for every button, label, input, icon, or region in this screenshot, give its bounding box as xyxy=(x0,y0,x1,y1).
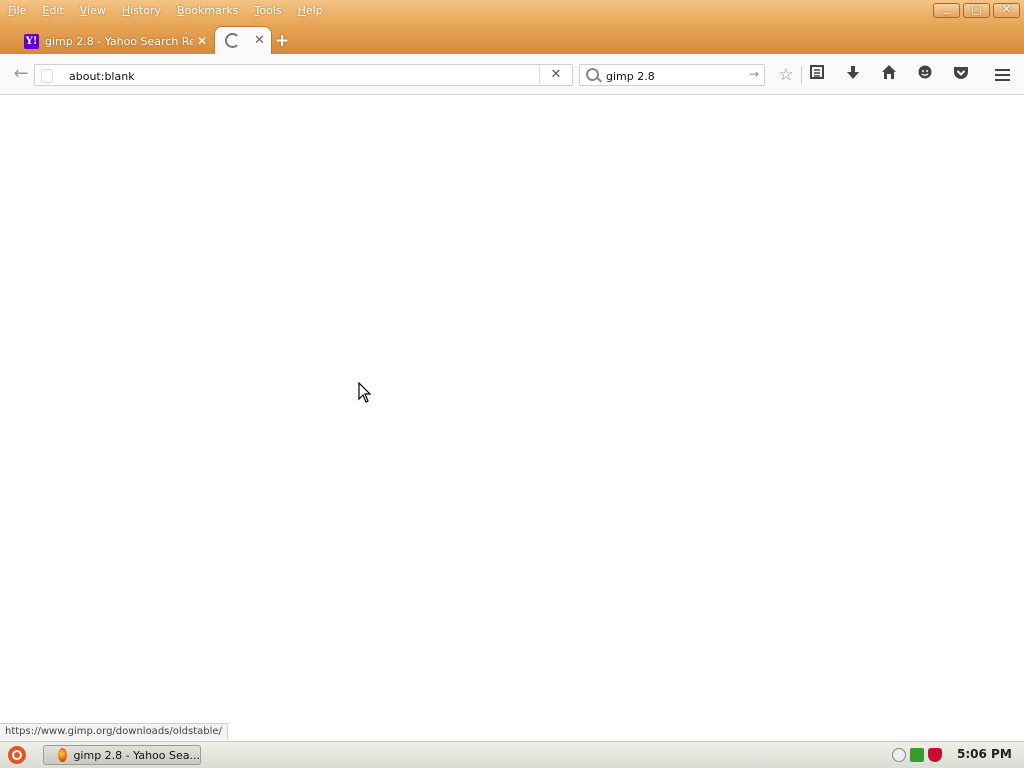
menu-icon[interactable] xyxy=(991,64,1015,86)
search-input[interactable] xyxy=(604,67,748,85)
menu-edit[interactable]: Edit xyxy=(34,1,71,21)
tab-close-icon[interactable]: ✕ xyxy=(197,34,207,48)
stop-button[interactable]: ✕ xyxy=(539,65,572,85)
shield-tray-icon[interactable] xyxy=(928,748,942,762)
downloads-icon[interactable] xyxy=(841,64,865,86)
navigation-toolbar: ← ✕ → ☆ xyxy=(0,54,1024,95)
site-identity-icon[interactable] xyxy=(41,69,53,83)
search-go-icon[interactable]: → xyxy=(749,67,759,81)
menu-bar: File Edit View History Bookmarks Tools H… xyxy=(0,0,331,22)
taskbar-firefox-button[interactable]: gimp 2.8 - Yahoo Sea... xyxy=(43,745,201,765)
home-icon[interactable] xyxy=(877,64,901,86)
menu-view[interactable]: View xyxy=(72,1,114,21)
url-bar[interactable]: ✕ xyxy=(34,64,573,86)
maximize-icon: □ xyxy=(970,2,983,16)
tab-strip: Y! gimp 2.8 - Yahoo Search Res... ✕ ✕ + xyxy=(0,22,1024,54)
firefox-icon xyxy=(58,748,68,762)
tab-title: gimp 2.8 - Yahoo Search Res... xyxy=(45,34,193,48)
tab-close-icon[interactable]: ✕ xyxy=(254,33,265,48)
toolbar-separator xyxy=(801,66,802,84)
new-tab-button[interactable]: + xyxy=(275,31,289,51)
menu-file[interactable]: File xyxy=(0,1,34,21)
bookmarks-list-icon[interactable] xyxy=(805,64,829,86)
title-bar: File Edit View History Bookmarks Tools H… xyxy=(0,0,1024,22)
mouse-cursor-icon xyxy=(358,382,372,403)
minimize-button[interactable]: _ xyxy=(933,0,960,18)
chat-tray-icon[interactable] xyxy=(892,748,906,762)
url-input[interactable] xyxy=(67,67,541,85)
close-window-button[interactable]: ✕ xyxy=(993,2,1020,18)
menu-history[interactable]: History xyxy=(114,1,169,21)
clock[interactable]: 5:06 PM xyxy=(957,747,1012,761)
status-link-tooltip: https://www.gimp.org/downloads/oldstable… xyxy=(0,723,228,740)
back-icon: ← xyxy=(13,63,29,84)
yahoo-favicon-icon: Y! xyxy=(24,33,39,49)
tab-active-blank[interactable]: ✕ xyxy=(214,26,272,54)
tab-yahoo-search[interactable]: Y! gimp 2.8 - Yahoo Search Res... ✕ xyxy=(20,28,216,54)
back-button[interactable]: ← xyxy=(10,64,32,86)
taskbar-window-label: gimp 2.8 - Yahoo Sea... xyxy=(73,748,200,762)
window-controls: _ □ ✕ xyxy=(933,0,1020,18)
menu-tools[interactable]: Tools xyxy=(246,1,289,21)
close-icon: ✕ xyxy=(1001,2,1012,16)
minimize-icon: _ xyxy=(943,0,950,14)
ubuntu-logo-icon[interactable] xyxy=(8,746,26,764)
hello-icon[interactable] xyxy=(913,64,937,86)
bookmark-star-icon[interactable]: ☆ xyxy=(774,64,798,86)
search-bar[interactable]: → xyxy=(579,64,765,86)
maximize-button[interactable]: □ xyxy=(963,2,990,18)
menu-help[interactable]: Help xyxy=(290,1,331,21)
search-icon[interactable] xyxy=(586,68,599,81)
update-tray-icon[interactable] xyxy=(910,748,924,762)
taskbar: gimp 2.8 - Yahoo Sea... 5:06 PM xyxy=(0,741,1024,768)
page-content xyxy=(0,95,1024,741)
loading-throbber-icon xyxy=(225,33,240,48)
pocket-icon[interactable] xyxy=(949,64,973,86)
menu-bookmarks[interactable]: Bookmarks xyxy=(169,1,246,21)
